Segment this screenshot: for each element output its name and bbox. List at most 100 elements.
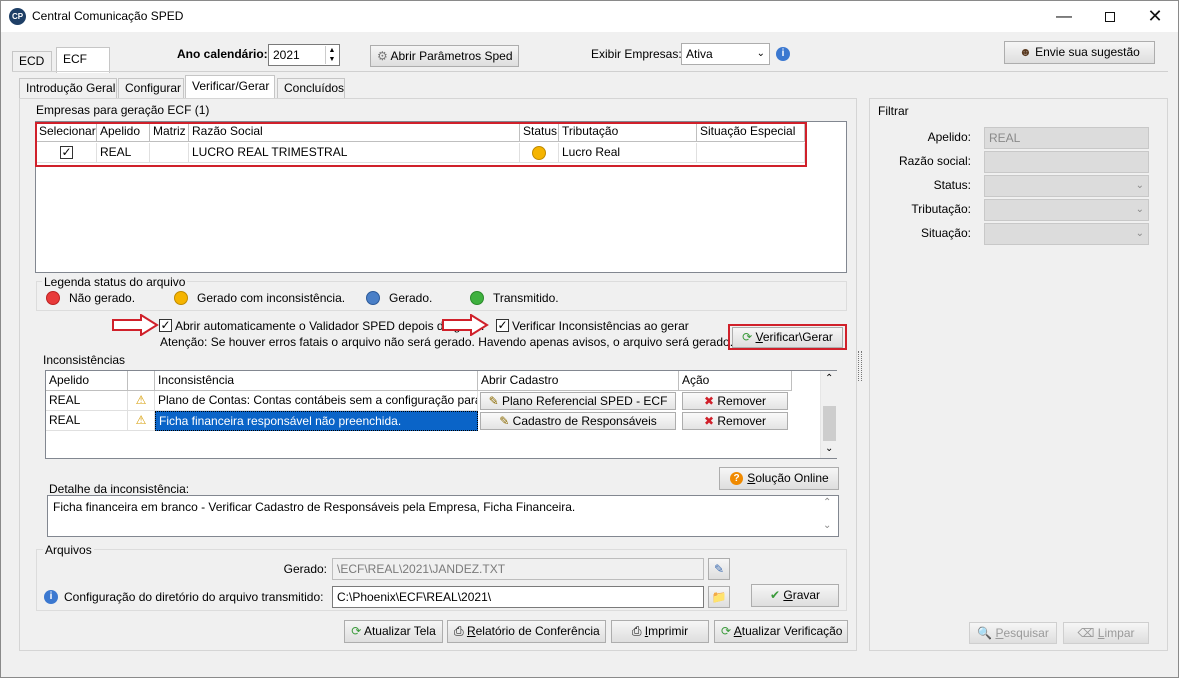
transmitido-icon [470,291,484,305]
limpar-label: impar [1104,626,1135,640]
abrir-validador-label[interactable]: Abrir automaticamente o Validador SPED d… [175,319,484,333]
search-icon: 🔍 [977,626,993,640]
abrir-parametros-button[interactable]: ⚙ Abrir Parâmetros Sped [370,45,519,67]
gerado-label: Gerado: [283,562,327,576]
remover-label-2: Remover [717,414,767,428]
remove-x-icon-2: ✖ [703,414,715,428]
close-icon[interactable]: ✕ [1132,1,1178,32]
detalhe-textarea[interactable]: Ficha financeira em branco - Verificar C… [47,495,839,537]
tab-configurar[interactable]: Configurar [118,78,184,98]
inconsistencias-label: Inconsistências [43,353,126,367]
col-inc-icon [128,371,155,391]
filtro-tributacao-select[interactable]: ⌄ [984,199,1149,221]
detalhe-scroll-up-icon[interactable]: ⌃ [823,497,831,508]
table-row-inc-1-texto: Plano de Contas: Contas contábeis sem a … [155,391,478,411]
tab-concluidos[interactable]: Concluídos [277,78,345,98]
envie-sugestao-button[interactable]: ☻ Envie sua sugestão [1004,41,1155,64]
gerado-input[interactable]: \ECF\REAL\2021\JANDEZ.TXT [332,558,704,580]
filtro-situacao-select[interactable]: ⌄ [984,223,1149,245]
filtro-tributacao-label: Tributação: [911,202,971,216]
col-inc-inconsistencia[interactable]: Inconsistência [155,371,478,391]
filtro-situacao-label: Situação: [920,226,971,240]
edit-file-icon: ✎ [713,562,725,576]
scroll-down-icon[interactable]: ⌄ [825,443,833,454]
solucao-online-label: olução Online [755,471,829,485]
limpar-button[interactable]: ⌫ Limpar [1063,622,1149,644]
inconsistencias-scrollbar[interactable]: ⌃ ⌄ [820,371,837,458]
relatorio-button[interactable]: ⎙ Relatório de Conferência [447,620,606,643]
info-icon[interactable]: i [776,47,790,61]
config-info-icon[interactable]: i [44,590,58,604]
verificar-gerar-button[interactable]: ⟳ Verificar\Gerar [732,327,843,348]
plano-referencial-label: Plano Referencial SPED - ECF [502,394,668,408]
scroll-up-icon[interactable]: ⌃ [825,373,833,384]
verificar-inconsistencias-checkbox[interactable]: ✓ [496,319,509,332]
exibir-empresas-label: Exibir Empresas: [591,47,682,61]
empresas-highlight [35,122,807,167]
filtro-apelido-input[interactable]: REAL [984,127,1149,149]
printer-icon: ⎙ [454,624,464,638]
folder-button[interactable]: 📁 [708,586,730,608]
relatorio-mnemonic: R [466,624,476,638]
gerado-value: \ECF\REAL\2021\JANDEZ.TXT [337,562,506,576]
warning-icon-2: ⚠ [128,411,155,431]
plano-referencial-button[interactable]: ✎ Plano Referencial SPED - ECF [480,392,676,410]
chevron-down-icon-tributacao: ⌄ [1135,204,1144,215]
ano-spinner[interactable]: ▲ ▼ [325,46,338,64]
verificar-inconsistencias-label[interactable]: Verificar Inconsistências ao gerar [512,319,689,333]
table-row-inc-2-texto[interactable]: Ficha financeira responsável não preench… [155,411,478,431]
verificar-gerar-mnemonic: V [755,330,763,344]
atualizar-verificacao-button[interactable]: ⟳ Atualizar Verificação [714,620,848,643]
col-inc-abrir-cadastro[interactable]: Abrir Cadastro [478,371,679,391]
tab-introducao-geral[interactable]: Introdução Geral [19,78,117,98]
exibir-empresas-value: Ativa [686,47,713,61]
refresh-icon-3: ⟳ [721,624,732,638]
remover-label-1: Remover [717,394,767,408]
pesquisar-button[interactable]: 🔍 Pesquisar [969,622,1057,644]
gravar-button[interactable]: ✔ Gravar [751,584,839,607]
tab-ecf[interactable]: ECF [56,47,110,73]
help-icon: ? [730,472,743,485]
chevron-down-icon-situacao: ⌄ [1135,228,1144,239]
nao-gerado-icon [46,291,60,305]
atualizar-verificacao-label: tualizar Verificação [741,624,843,638]
filtro-razao-input[interactable] [984,151,1149,173]
config-label: Configuração do diretório do arquivo tra… [64,590,324,604]
detalhe-text: Ficha financeira em branco - Verificar C… [53,500,576,514]
cadastro-responsaveis-button[interactable]: ✎ Cadastro de Responsáveis [480,412,676,430]
window-title: Central Comunicação SPED [32,9,184,23]
remover-button-2[interactable]: ✖ Remover [682,412,788,430]
detalhe-scroll-down-icon[interactable]: ⌄ [823,520,831,531]
remover-button-1[interactable]: ✖ Remover [682,392,788,410]
refresh-icon: ⟳ [742,330,753,344]
splitter-handle[interactable] [858,351,862,381]
edit-file-button[interactable]: ✎ [708,558,730,580]
chevron-down-icon: ⌄ [756,48,765,59]
filtro-status-select[interactable]: ⌄ [984,175,1149,197]
col-inc-acao[interactable]: Ação [679,371,792,391]
col-inc-apelido[interactable]: Apelido [46,371,128,391]
user-icon: ☻ [1019,45,1032,59]
imprimir-button[interactable]: ⎙ Imprimir [611,620,709,643]
legenda-transmitido: Transmitido. [493,291,559,305]
maximize-icon[interactable] [1087,1,1133,32]
edit-icon: ✎ [488,394,499,408]
tab-ecd[interactable]: ECD [12,51,52,71]
table-row-inc-1-apelido: REAL [46,391,128,411]
exibir-empresas-select[interactable]: Ativa ⌄ [681,43,770,65]
main-window: CP Central Comunicação SPED — ✕ ECD ECF … [0,0,1179,678]
solucao-online-button[interactable]: ? Solução Online [719,467,839,490]
app-logo-icon: CP [9,8,26,25]
atencao-text: Atenção: Se houver erros fatais o arquiv… [160,335,734,349]
tab-verificar-gerar[interactable]: Verificar/Gerar [185,75,275,99]
gerado-inconsistencia-icon [174,291,188,305]
filtrar-label: Filtrar [878,104,909,118]
abrir-validador-checkbox[interactable]: ✓ [159,319,172,332]
scroll-thumb[interactable] [823,406,836,441]
atualizar-tela-button[interactable]: ⟳ Atualizar Tela [344,620,443,643]
relatorio-label: elatório de Conferência [475,624,600,638]
minimize-icon[interactable]: — [1041,1,1087,32]
refresh-icon-2: ⟳ [351,624,362,638]
inconsistencias-grid: Apelido Inconsistência Abrir Cadastro Aç… [45,370,837,459]
config-input[interactable]: C:\Phoenix\ECF\REAL\2021\ [332,586,704,608]
